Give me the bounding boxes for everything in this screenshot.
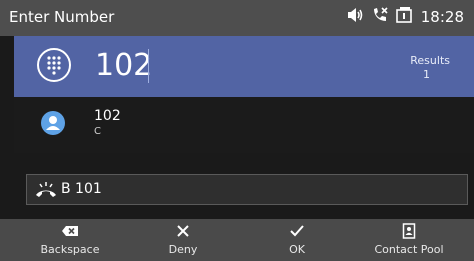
contact-detail: C xyxy=(94,126,101,137)
voicemail-icon xyxy=(395,6,413,28)
dialpad-button[interactable] xyxy=(37,48,71,82)
entered-number[interactable]: 102 xyxy=(95,48,152,84)
speaker-volume-icon xyxy=(347,7,365,27)
active-call-label: B 101 xyxy=(61,181,102,197)
check-icon xyxy=(289,223,305,242)
backspace-icon xyxy=(61,223,79,242)
ok-label: OK xyxy=(289,243,305,256)
contact-avatar-icon xyxy=(41,111,65,135)
ok-button[interactable]: OK xyxy=(247,219,347,261)
status-bar: Enter Number 18:28 xyxy=(0,0,474,36)
missed-call-icon xyxy=(371,6,389,28)
contact-name: 102 xyxy=(94,108,121,124)
contact-pool-label: Contact Pool xyxy=(374,243,444,256)
backspace-label: Backspace xyxy=(40,243,100,256)
results-count: 1 xyxy=(423,68,430,81)
dialpad-icon xyxy=(47,56,61,75)
clock-time: 18:28 xyxy=(420,8,464,26)
active-call-bar[interactable]: B 101 xyxy=(26,174,468,205)
backspace-button[interactable]: Backspace xyxy=(20,219,120,261)
number-input-bar[interactable]: 102 Results 1 xyxy=(14,36,474,97)
deny-label: Deny xyxy=(168,243,198,256)
softkey-bar: Backspace Deny OK Contact Pool xyxy=(0,219,474,261)
contact-pool-button[interactable]: Contact Pool xyxy=(358,219,460,261)
results-label: Results xyxy=(410,54,450,67)
deny-button[interactable]: Deny xyxy=(133,219,233,261)
text-cursor xyxy=(148,49,149,83)
list-item[interactable]: 102 C xyxy=(14,97,474,153)
ringing-phone-icon xyxy=(34,181,58,203)
status-icons: 18:28 xyxy=(347,6,464,28)
screen-title: Enter Number xyxy=(9,8,115,26)
contacts-book-icon xyxy=(402,223,416,243)
close-icon xyxy=(176,223,190,242)
